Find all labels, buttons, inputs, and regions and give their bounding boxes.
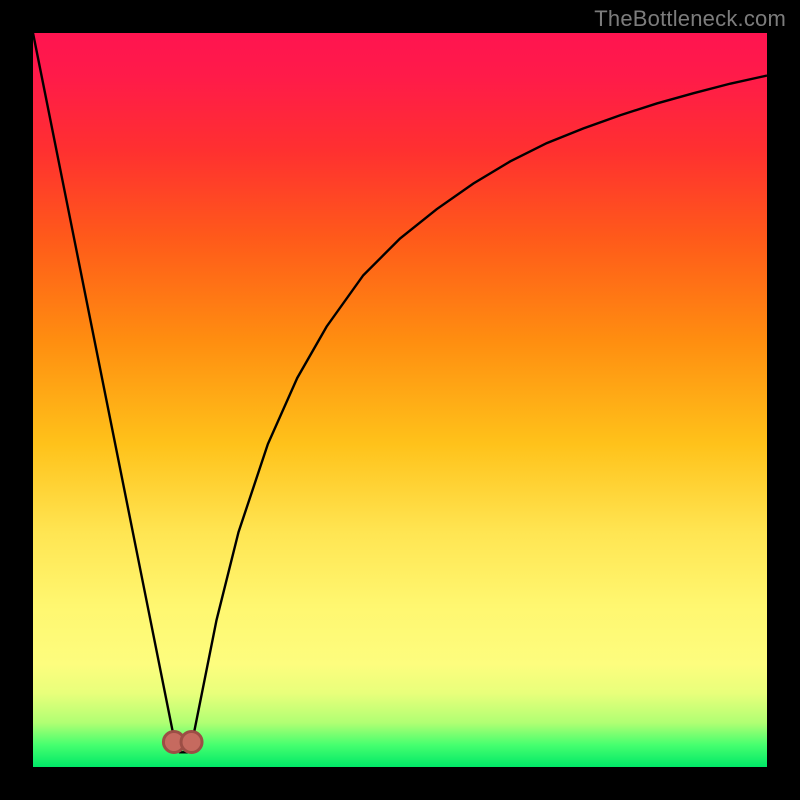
bottleneck-curve	[33, 33, 767, 767]
optimal-marker-right	[181, 732, 202, 753]
curve-path	[33, 33, 767, 752]
plot-area	[33, 33, 767, 767]
chart-frame: TheBottleneck.com	[0, 0, 800, 800]
watermark-text: TheBottleneck.com	[594, 6, 786, 32]
